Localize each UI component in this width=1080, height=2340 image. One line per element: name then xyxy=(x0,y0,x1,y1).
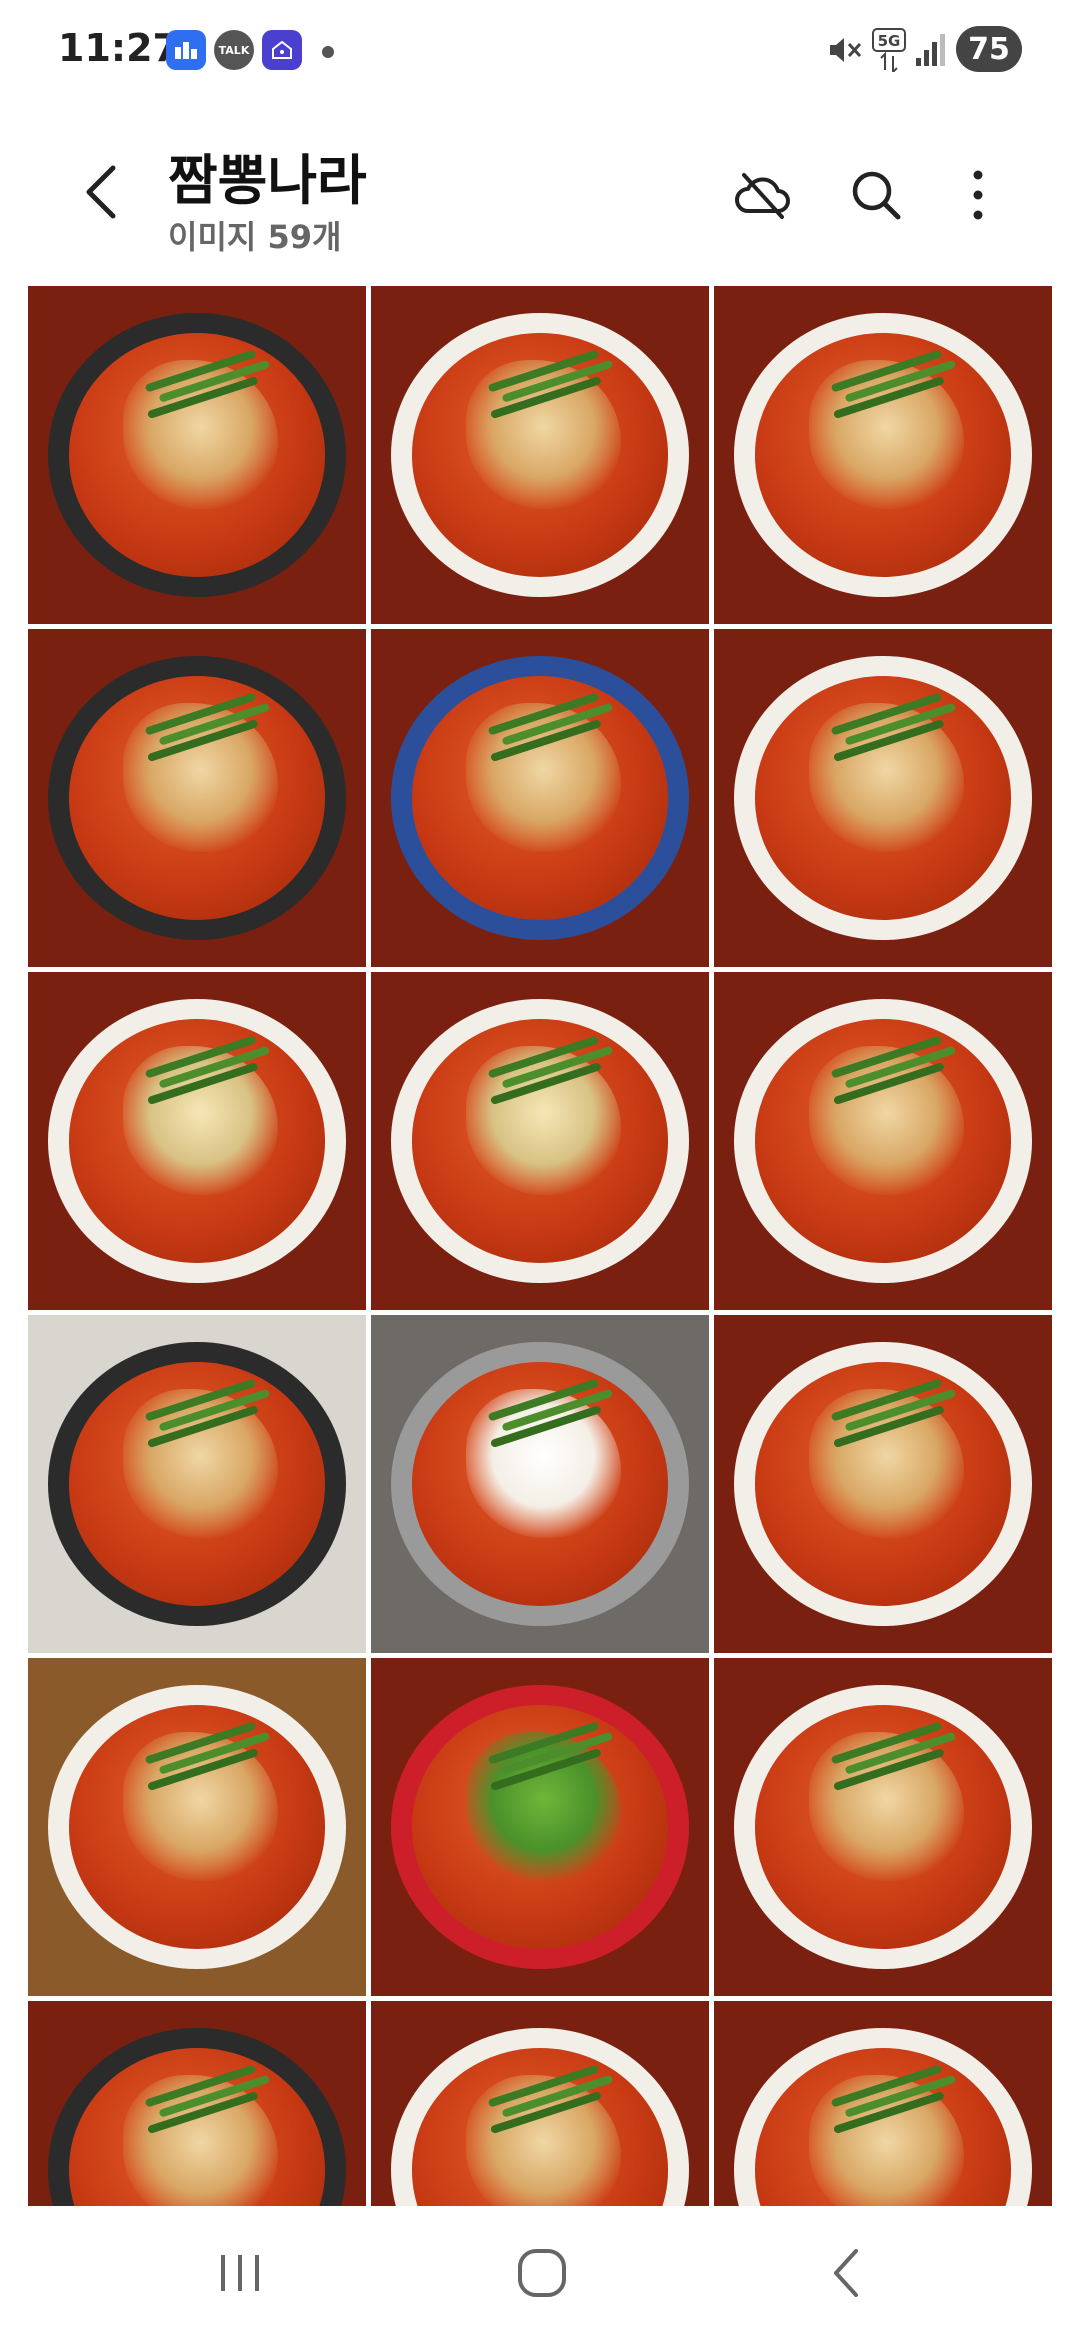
photo-thumbnail[interactable] xyxy=(28,2001,366,2206)
photo-thumbnail[interactable] xyxy=(371,972,709,1310)
cloud-sync-button[interactable] xyxy=(722,150,802,240)
more-vertical-icon xyxy=(973,170,983,220)
status-bar: 11:27 TALK 5G 75 xyxy=(0,0,1080,100)
album-header: 짬뽕나라 이미지 59개 xyxy=(0,100,1080,286)
cloud-off-icon xyxy=(735,173,790,219)
photo-thumbnail[interactable] xyxy=(28,1315,366,1653)
home-circle-icon xyxy=(518,2249,566,2297)
smart-home-icon xyxy=(262,30,302,70)
album-image-count: 이미지 59개 xyxy=(168,218,342,256)
network-5g-icon: 5G xyxy=(872,28,906,76)
status-time: 11:27 xyxy=(58,26,179,70)
mute-icon xyxy=(824,30,864,74)
back-button[interactable] xyxy=(66,152,136,232)
photo-thumbnail[interactable] xyxy=(371,2001,709,2206)
photo-thumbnail[interactable] xyxy=(714,2001,1052,2206)
search-button[interactable] xyxy=(836,150,916,240)
photo-thumbnail[interactable] xyxy=(714,1315,1052,1653)
photo-grid xyxy=(28,286,1052,2206)
album-title: 짬뽕나라 xyxy=(168,149,367,212)
chevron-left-icon xyxy=(86,165,116,219)
photo-thumbnail[interactable] xyxy=(28,1658,366,1996)
photo-thumbnail[interactable] xyxy=(28,629,366,967)
photo-thumbnail[interactable] xyxy=(714,286,1052,624)
photo-thumbnail[interactable] xyxy=(371,286,709,624)
photo-thumbnail[interactable] xyxy=(714,972,1052,1310)
svg-text:5G: 5G xyxy=(878,32,901,50)
search-icon xyxy=(852,171,901,220)
recent-apps-button[interactable] xyxy=(180,2228,300,2318)
more-options-button[interactable] xyxy=(938,150,1018,240)
recent-apps-icon xyxy=(221,2255,259,2291)
photo-thumbnail[interactable] xyxy=(371,1315,709,1653)
photo-thumbnail[interactable] xyxy=(714,629,1052,967)
home-button[interactable] xyxy=(482,2228,602,2318)
battery-indicator: 75 xyxy=(956,26,1028,72)
signal-icon xyxy=(914,30,948,74)
photo-thumbnail[interactable] xyxy=(371,629,709,967)
photo-thumbnail[interactable] xyxy=(28,286,366,624)
talk-icon: TALK xyxy=(214,30,254,70)
home-app-icon xyxy=(166,30,206,70)
more-notifications-dot xyxy=(322,46,334,58)
navigation-bar xyxy=(0,2206,1080,2340)
nav-back-button[interactable] xyxy=(786,2228,906,2318)
photo-thumbnail[interactable] xyxy=(371,1658,709,1996)
chevron-left-icon xyxy=(834,2249,858,2297)
photo-thumbnail[interactable] xyxy=(714,1658,1052,1996)
photo-thumbnail[interactable] xyxy=(28,972,366,1310)
